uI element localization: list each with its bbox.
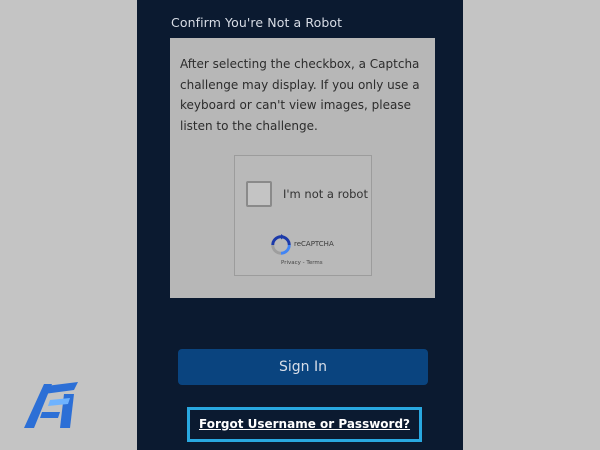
recaptcha-privacy-terms[interactable]: Privacy - Terms <box>281 260 323 266</box>
screenshot: Confirm You're Not a Robot After selecti… <box>0 0 600 450</box>
recaptcha-checkbox[interactable] <box>246 181 272 207</box>
captcha-instructions: After selecting the checkbox, a Captcha … <box>180 57 420 133</box>
sign-in-button[interactable]: Sign In <box>178 349 428 385</box>
recaptcha-logo-icon <box>271 234 291 255</box>
section-heading: Confirm You're Not a Robot <box>171 15 343 30</box>
forgot-username-password-link[interactable]: Forgot Username or Password? <box>187 407 422 442</box>
recaptcha-label: I'm not a robot <box>283 187 368 201</box>
fa-watermark-logo <box>24 382 78 428</box>
recaptcha-widget: I'm not a robot reCAPTCHA Privacy - Term… <box>234 155 372 276</box>
captcha-container: After selecting the checkbox, a Captcha … <box>170 38 435 298</box>
recaptcha-brand: reCAPTCHA <box>294 240 334 248</box>
